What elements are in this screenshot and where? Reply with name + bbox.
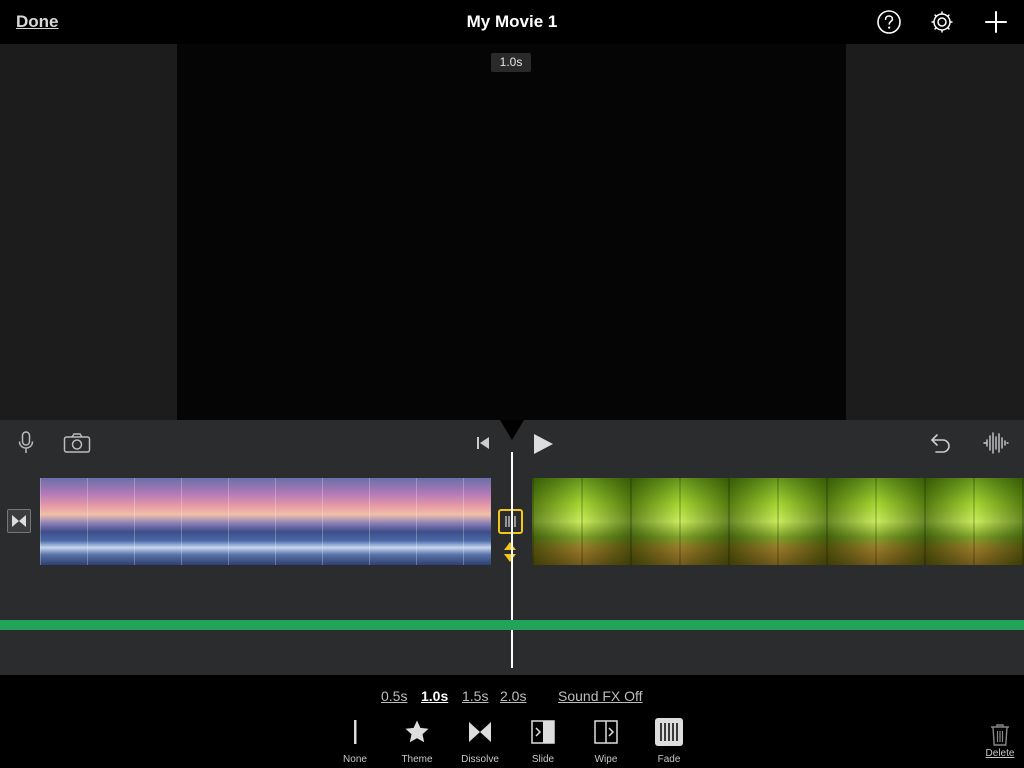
- trash-icon: [991, 724, 1009, 746]
- video-clip-sunset[interactable]: [40, 478, 491, 565]
- gear-icon[interactable]: [929, 9, 955, 35]
- delete-button[interactable]: Delete: [980, 722, 1020, 766]
- undo-icon[interactable]: [929, 432, 953, 454]
- duration-option-1-5s[interactable]: 1.5s: [462, 688, 488, 704]
- duration-option-1-0s[interactable]: 1.0s: [421, 688, 448, 704]
- preview-frame: [177, 44, 846, 420]
- camera-icon[interactable]: [63, 432, 91, 454]
- star-icon: [390, 716, 444, 748]
- wipe-icon: [579, 716, 633, 748]
- transition-duration-badge: 1.0s: [491, 53, 531, 72]
- plus-icon[interactable]: [983, 9, 1009, 35]
- question-circle-icon[interactable]: [876, 9, 902, 35]
- audio-track[interactable]: [0, 620, 1024, 630]
- transition-style-theme[interactable]: Theme: [390, 716, 444, 768]
- transition-bowtie-icon: [12, 515, 26, 527]
- video-clip-bamboo[interactable]: [532, 478, 1024, 565]
- video-viewer: [0, 44, 1024, 420]
- playhead-notch: [500, 420, 524, 440]
- playhead[interactable]: [511, 452, 513, 668]
- trim-arrows-icon[interactable]: [502, 541, 518, 563]
- waveform-icon[interactable]: [983, 431, 1009, 455]
- skip-to-start-icon[interactable]: [475, 435, 491, 451]
- sound-fx-toggle[interactable]: Sound FX Off: [558, 688, 643, 704]
- bowtie-icon: [453, 716, 507, 748]
- duration-option-0-5s[interactable]: 0.5s: [381, 688, 407, 704]
- none-line-icon: [328, 716, 382, 748]
- project-title: My Movie 1: [466, 12, 558, 31]
- transition-style-fade[interactable]: Fade: [642, 716, 696, 768]
- duration-option-2-0s[interactable]: 2.0s: [500, 688, 526, 704]
- transition-toggle-button[interactable]: [7, 509, 31, 533]
- transition-style-wipe[interactable]: Wipe: [579, 716, 633, 768]
- microphone-icon[interactable]: [16, 430, 36, 456]
- slide-icon: [516, 716, 570, 748]
- transition-style-slide[interactable]: Slide: [516, 716, 570, 768]
- play-icon[interactable]: [532, 433, 554, 455]
- fade-icon: [642, 716, 696, 748]
- transition-style-dissolve[interactable]: Dissolve: [453, 716, 507, 768]
- top-bar: Done My Movie 1: [0, 0, 1024, 44]
- transition-style-none[interactable]: None: [328, 716, 382, 768]
